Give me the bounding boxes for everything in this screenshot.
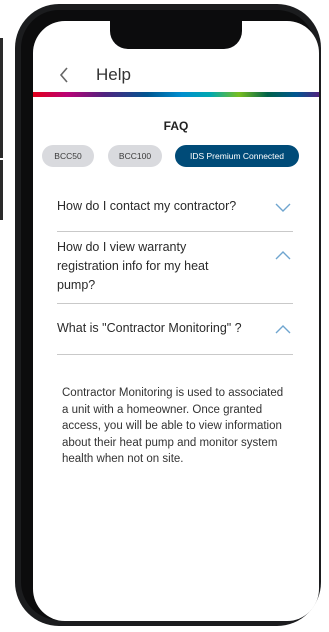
chevron-up-icon[interactable] <box>275 250 291 260</box>
brand-stripe <box>33 92 319 97</box>
tab-bcc100[interactable]: BCC100 <box>108 145 162 167</box>
chevron-up-icon[interactable] <box>275 324 291 334</box>
chevron-left-icon <box>59 67 68 83</box>
faq-item[interactable]: What is "Contractor Monitoring" ? <box>57 304 293 355</box>
faq-question: How do I view warranty registration info… <box>57 240 209 292</box>
tab-ids-premium-connected[interactable]: IDS Premium Connected <box>175 145 299 167</box>
device-edge <box>0 160 3 220</box>
faq-answer: Contractor Monitoring is used to associa… <box>62 387 284 465</box>
chevron-down-icon[interactable] <box>275 203 291 213</box>
back-button[interactable] <box>59 63 69 89</box>
page-title: Help <box>96 65 131 84</box>
device-edge <box>0 38 3 158</box>
faq-question: How do I contact my contractor? <box>57 199 237 213</box>
app-screen: Help FAQ BCC50 BCC100 IDS Premium Connec… <box>33 21 319 621</box>
faq-item[interactable]: How do I view warranty registration info… <box>57 232 293 304</box>
app-header: Help <box>33 61 319 91</box>
faq-item[interactable]: How do I contact my contractor? <box>57 181 293 232</box>
tab-bcc50[interactable]: BCC50 <box>42 145 94 167</box>
faq-heading: FAQ <box>163 119 189 133</box>
phone-notch <box>110 21 242 49</box>
faq-question: What is "Contractor Monitoring" ? <box>57 321 242 335</box>
